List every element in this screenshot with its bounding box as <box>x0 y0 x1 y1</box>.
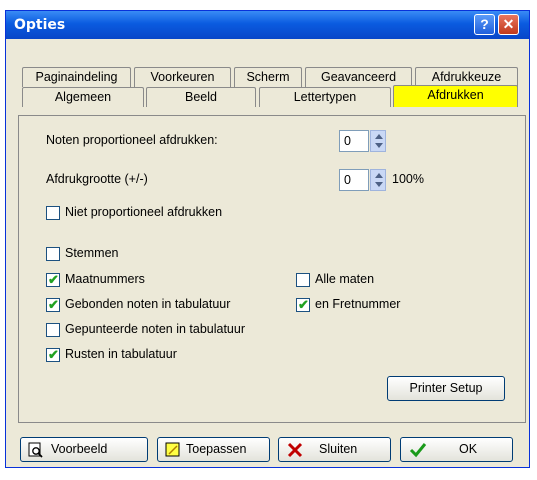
toepassen-label: Toepassen <box>186 442 247 456</box>
tab-afdrukkeuze[interactable]: Afdrukkeuze <box>415 67 518 87</box>
gepunteerde-label: Gepunteerde noten in tabulatuur <box>65 322 245 336</box>
tab-afdrukken[interactable]: Afdrukken <box>393 85 518 107</box>
gebonden-label: Gebonden noten in tabulatuur <box>65 297 231 311</box>
sluiten-button[interactable]: Sluiten <box>278 437 391 462</box>
tab-lettertypen[interactable]: Lettertypen <box>259 87 391 107</box>
toepassen-button[interactable]: Toepassen <box>157 437 270 462</box>
stemmen-checkbox[interactable] <box>46 247 60 261</box>
maatnummers-checkbox[interactable]: ✔ <box>46 272 60 287</box>
window-title: Opties <box>14 17 66 33</box>
checkmark-icon: ✔ <box>298 297 309 312</box>
alle-maten-label: Alle maten <box>315 272 375 286</box>
fretnummer-label: en Fretnummer <box>315 297 401 311</box>
checkmark-icon: ✔ <box>48 272 59 287</box>
alle-maten-checkbox[interactable] <box>296 273 310 287</box>
title-bar[interactable]: Opties ? ✕ <box>6 11 529 39</box>
maatnummers-label: Maatnummers <box>65 272 145 286</box>
noten-input[interactable]: 0 <box>339 130 369 152</box>
rusten-checkbox[interactable]: ✔ <box>46 347 60 362</box>
options-dialog: Opties ? ✕ Paginaindeling Voorkeuren Sch… <box>5 10 530 468</box>
tab-geavanceerd[interactable]: Geavanceerd <box>305 67 412 87</box>
spin-arrows-icon[interactable] <box>370 169 386 191</box>
printer-setup-button[interactable]: Printer Setup <box>387 376 505 401</box>
checkmark-icon: ✔ <box>48 297 59 312</box>
help-button[interactable]: ? <box>474 14 495 35</box>
tab-paginaindeling[interactable]: Paginaindeling <box>22 67 131 87</box>
noten-spinner[interactable]: 0 <box>339 130 387 152</box>
checkmark-icon: ✔ <box>48 347 59 362</box>
voorbeeld-label: Voorbeeld <box>51 442 108 456</box>
fretnummer-checkbox[interactable]: ✔ <box>296 297 310 312</box>
tab-scherm[interactable]: Scherm <box>234 67 302 87</box>
tab-beeld[interactable]: Beeld <box>146 87 256 107</box>
gebonden-checkbox[interactable]: ✔ <box>46 297 60 312</box>
spin-arrows-icon[interactable] <box>370 130 386 152</box>
stemmen-label: Stemmen <box>65 246 119 260</box>
noten-label: Noten proportioneel afdrukken: <box>46 133 218 147</box>
apply-icon <box>165 442 180 457</box>
niet-proportioneel-checkbox[interactable] <box>46 206 60 220</box>
checkmark-icon <box>409 443 427 458</box>
grootte-input[interactable]: 0 <box>339 169 369 191</box>
tab-algemeen[interactable]: Algemeen <box>22 87 144 107</box>
grootte-spinner[interactable]: 0 <box>339 169 387 191</box>
close-x-icon <box>287 442 303 458</box>
niet-proportioneel-label: Niet proportioneel afdrukken <box>65 205 223 219</box>
sluiten-label: Sluiten <box>319 442 358 456</box>
gepunteerde-checkbox[interactable] <box>46 323 60 337</box>
grootte-label: Afdrukgrootte (+/-) <box>46 172 148 186</box>
grootte-suffix: 100% <box>392 172 424 186</box>
rusten-label: Rusten in tabulatuur <box>65 347 177 361</box>
tab-voorkeuren[interactable]: Voorkeuren <box>134 67 231 87</box>
voorbeeld-button[interactable]: Voorbeeld <box>20 437 148 462</box>
ok-label: OK <box>459 442 478 456</box>
preview-icon <box>28 442 43 458</box>
ok-button[interactable]: OK <box>400 437 513 462</box>
close-button[interactable]: ✕ <box>498 14 519 35</box>
